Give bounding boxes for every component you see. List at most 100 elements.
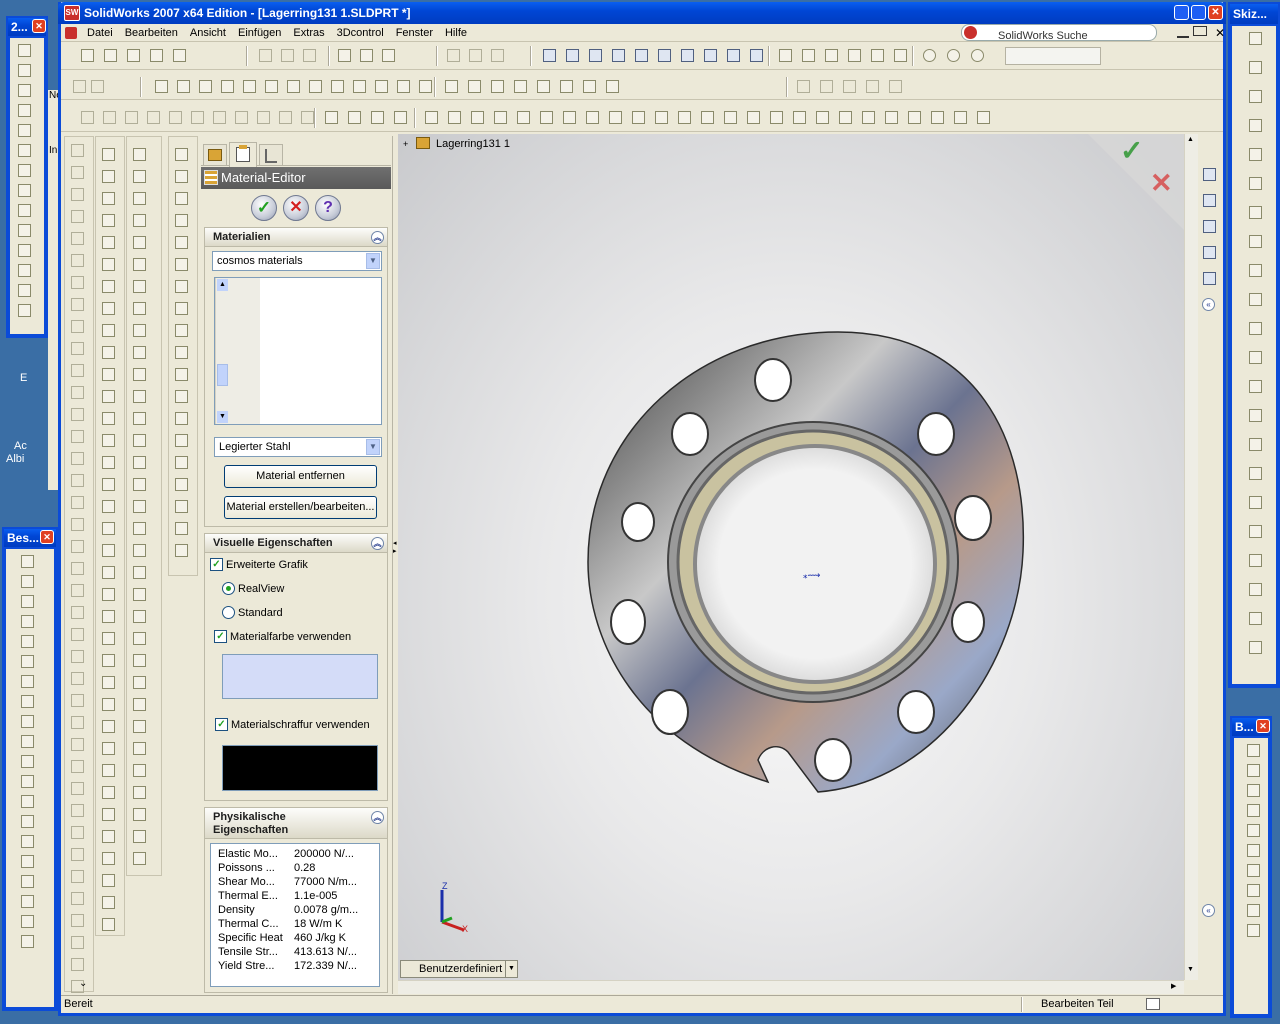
scroll-right-arrow-icon[interactable]: ▶ (1171, 982, 1176, 990)
vertical-tool-icon[interactable] (99, 300, 117, 316)
vertical-tool-icon[interactable] (172, 256, 190, 272)
floating-tool-icon[interactable] (1246, 610, 1264, 626)
propertymanager-tab-icon[interactable] (229, 142, 257, 167)
floating-tool-icon[interactable] (1246, 146, 1264, 162)
view-tool-icon[interactable] (655, 47, 673, 63)
vertical-tool-icon[interactable] (68, 846, 86, 862)
vertical-tool-icon[interactable] (99, 564, 117, 580)
macro-tool-icon[interactable] (240, 78, 258, 94)
vertical-tool-icon[interactable] (99, 850, 117, 866)
floating-tool-icon[interactable] (1244, 842, 1262, 858)
floating-tool-icon[interactable] (15, 182, 33, 198)
view-tool-icon[interactable] (678, 47, 696, 63)
floating-tool-icon[interactable] (1246, 291, 1264, 307)
collapse-physical-icon[interactable]: ︽ (371, 811, 384, 824)
floating-tool-icon[interactable] (15, 202, 33, 218)
vertical-tool-icon[interactable] (99, 740, 117, 756)
vertical-tool-icon[interactable] (99, 542, 117, 558)
vertical-tool-icon[interactable] (68, 208, 86, 224)
file-explorer-icon[interactable] (1200, 218, 1218, 234)
vertical-tool-icon[interactable] (130, 564, 148, 580)
floating-tool-icon[interactable] (18, 713, 36, 729)
floating-tool-icon[interactable] (18, 833, 36, 849)
vertical-tool-icon[interactable] (99, 652, 117, 668)
floating-tool-icon[interactable] (1246, 494, 1264, 510)
visual-group-header[interactable]: Visuelle Eigenschaften ︽ (204, 533, 388, 553)
toolbar-button-icon[interactable] (863, 78, 881, 94)
vertical-tool-icon[interactable] (68, 648, 86, 664)
material-color-swatch[interactable] (222, 654, 378, 699)
macro-tool-icon[interactable] (394, 78, 412, 94)
vertical-tool-icon[interactable] (68, 340, 86, 356)
vertical-tool-icon[interactable] (130, 740, 148, 756)
view-tool-icon[interactable] (701, 47, 719, 63)
vertical-tool-icon[interactable] (99, 718, 117, 734)
feature-tool-icon[interactable] (537, 109, 555, 125)
floating-tool-icon[interactable] (1246, 175, 1264, 191)
vertical-tool-icon[interactable] (99, 234, 117, 250)
material-category-dropdown[interactable]: Legierter Stahl ▼ (214, 437, 382, 457)
filter-icon[interactable] (391, 109, 409, 125)
macro-tool-icon[interactable] (284, 78, 302, 94)
tree-expand-icon[interactable]: + (403, 139, 408, 149)
display-style-icon[interactable] (868, 47, 886, 63)
vertical-tool-icon[interactable] (130, 278, 148, 294)
vertical-tool-icon[interactable] (130, 212, 148, 228)
cancel-button[interactable]: ✕ (283, 195, 309, 221)
splitter-handle[interactable]: ◂ ▸ (393, 540, 397, 564)
view-tool-icon[interactable] (609, 47, 627, 63)
vertical-tool-icon[interactable] (68, 714, 86, 730)
vertical-tool-icon[interactable] (130, 520, 148, 536)
floating-tool-icon[interactable] (1246, 88, 1264, 104)
vertical-tool-icon[interactable] (68, 230, 86, 246)
vertical-tool-icon[interactable] (68, 516, 86, 532)
vertical-tool-icon[interactable] (172, 300, 190, 316)
vertical-tool-icon[interactable] (172, 212, 190, 228)
vertical-tool-icon[interactable] (68, 890, 86, 906)
sketch-tool-icon[interactable] (488, 78, 506, 94)
collapse-materials-icon[interactable]: ︽ (371, 231, 384, 244)
material-tree[interactable]: ▲ ▼ Alloy Steel (SS)Cast Alloy SteelCast… (214, 277, 382, 425)
sketch-tool-icon[interactable] (557, 78, 575, 94)
floating-tool-icon[interactable] (18, 793, 36, 809)
confirm-check-icon[interactable]: ✓ (1120, 134, 1143, 167)
floating-toolbar-title-bar[interactable]: Skiz... (1230, 4, 1278, 24)
vertical-tool-icon[interactable] (68, 780, 86, 796)
display-style-icon[interactable] (822, 47, 840, 63)
vertical-tool-icon[interactable] (130, 300, 148, 316)
vertical-tool-icon[interactable] (130, 168, 148, 184)
feature-tool-icon[interactable] (652, 109, 670, 125)
vertical-tool-icon[interactable] (99, 696, 117, 712)
feature-tool-icon[interactable] (744, 109, 762, 125)
graphics-viewport[interactable]: ✓ ✕ + Lagerring131 1 ⁎⟿ Z X Benutzerdefi… (398, 134, 1184, 980)
ok-button[interactable]: ✓ (251, 195, 277, 221)
floating-tool-icon[interactable] (18, 773, 36, 789)
collapse-visual-icon[interactable]: ︽ (371, 537, 384, 550)
vertical-tool-icon[interactable] (99, 806, 117, 822)
vertical-tool-icon[interactable] (68, 956, 86, 972)
vertical-tool-icon[interactable] (130, 498, 148, 514)
vertical-tool-icon[interactable] (99, 168, 117, 184)
view-tool-icon[interactable] (724, 47, 742, 63)
feature-tool-icon[interactable] (276, 109, 294, 125)
material-item[interactable]: Alloy Steel (SS) (215, 424, 367, 425)
standard-radio[interactable] (222, 606, 235, 619)
vertical-tool-icon[interactable] (99, 894, 117, 910)
sketch-tool-icon[interactable] (442, 78, 460, 94)
undo-redo-icon[interactable] (300, 47, 318, 63)
feature-tool-icon[interactable] (254, 109, 272, 125)
part-tree-label[interactable]: Lagerring131 1 (436, 138, 510, 150)
vertical-tool-icon[interactable] (68, 626, 86, 642)
floating-tool-icon[interactable] (1246, 639, 1264, 655)
floating-tool-icon[interactable] (1246, 436, 1264, 452)
floating-tool-icon[interactable] (1244, 782, 1262, 798)
vertical-tool-icon[interactable] (172, 190, 190, 206)
help-button[interactable]: ? (315, 195, 341, 221)
use-color-checkbox[interactable]: ✓ (214, 630, 227, 643)
floating-tool-icon[interactable] (1244, 902, 1262, 918)
vertical-tool-icon[interactable] (130, 586, 148, 602)
toolbar-dropdown[interactable] (1005, 47, 1101, 65)
vertical-tool-icon[interactable] (172, 168, 190, 184)
floating-tool-icon[interactable] (18, 573, 36, 589)
vertical-tool-icon[interactable] (68, 736, 86, 752)
